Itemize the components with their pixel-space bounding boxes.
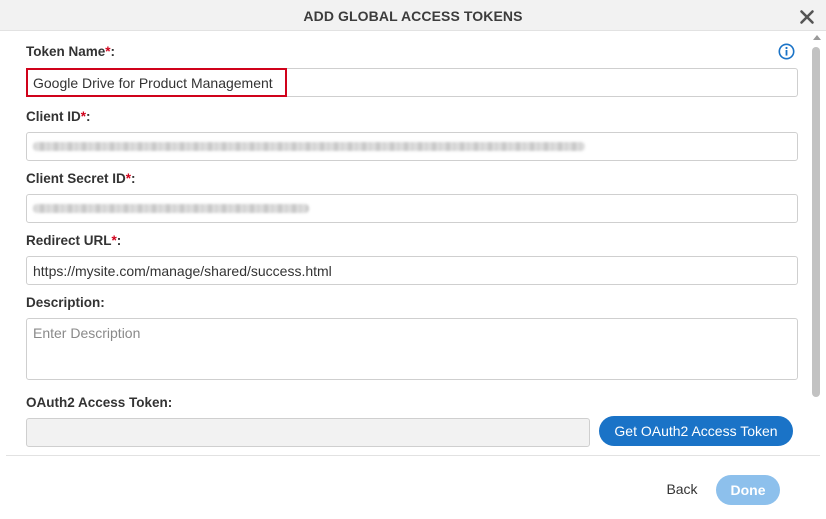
close-icon[interactable] bbox=[798, 8, 816, 26]
back-button[interactable]: Back bbox=[655, 476, 709, 502]
done-button[interactable]: Done bbox=[716, 475, 780, 505]
scrollbar-thumb[interactable] bbox=[812, 47, 820, 397]
oauth2-token-input[interactable] bbox=[26, 418, 590, 447]
client-id-label: Client ID*: bbox=[26, 109, 91, 124]
info-icon[interactable] bbox=[778, 43, 795, 60]
token-name-input-extension[interactable] bbox=[287, 68, 798, 97]
token-name-input[interactable] bbox=[26, 68, 287, 97]
masked-client-secret bbox=[33, 204, 309, 213]
masked-client-id bbox=[33, 142, 585, 151]
redirect-url-label: Redirect URL*: bbox=[26, 233, 122, 248]
dialog-body: Token Name*: Client ID*: Client Secret I… bbox=[0, 31, 826, 455]
scrollbar[interactable] bbox=[808, 31, 826, 455]
dialog-header: ADD GLOBAL ACCESS TOKENS bbox=[0, 0, 826, 31]
client-secret-id-label: Client Secret ID*: bbox=[26, 171, 136, 186]
footer-divider bbox=[6, 455, 820, 456]
client-secret-id-input[interactable] bbox=[26, 194, 798, 223]
client-id-input[interactable] bbox=[26, 132, 798, 161]
redirect-url-input[interactable] bbox=[26, 256, 798, 285]
token-name-label: Token Name*: bbox=[26, 44, 116, 59]
scroll-up-arrow-icon[interactable] bbox=[813, 35, 821, 40]
description-label: Description: bbox=[26, 295, 105, 310]
description-textarea[interactable] bbox=[26, 318, 798, 380]
dialog-title: ADD GLOBAL ACCESS TOKENS bbox=[303, 8, 523, 24]
get-oauth2-token-button[interactable]: Get OAuth2 Access Token bbox=[599, 416, 793, 446]
oauth2-token-label: OAuth2 Access Token: bbox=[26, 395, 173, 410]
